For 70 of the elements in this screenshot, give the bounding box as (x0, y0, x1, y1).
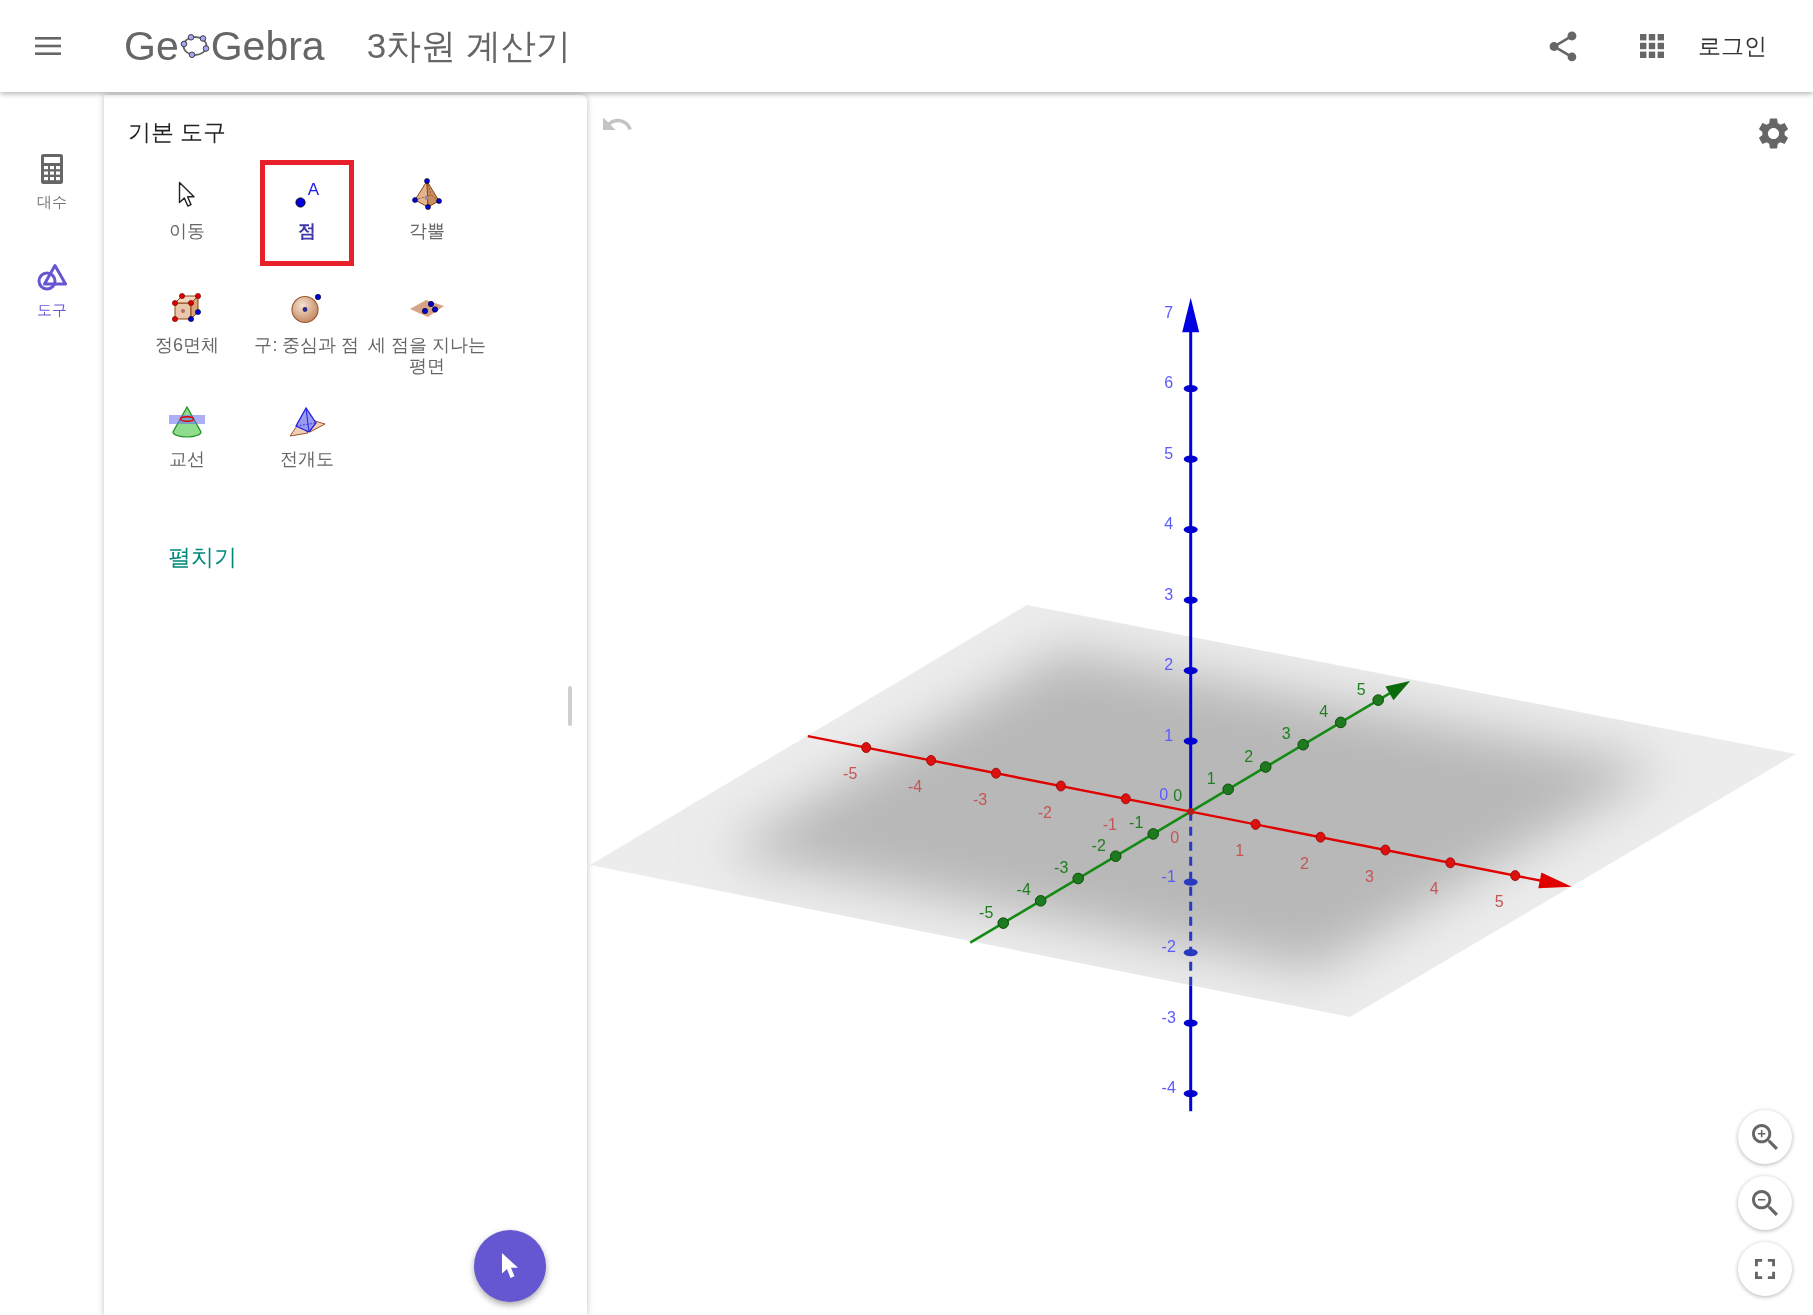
tool-button[interactable]: A 점 (260, 160, 354, 266)
point-letter: A (307, 180, 320, 198)
axis-tick-label: -3 (1054, 859, 1069, 876)
shapes-icon (37, 263, 67, 291)
grid-icon (1640, 34, 1664, 58)
plane-icon (409, 297, 445, 319)
axis-tick-label: -4 (1016, 881, 1031, 899)
axis-tick-label: 5 (1164, 444, 1174, 462)
cursor-icon (178, 180, 196, 208)
axis-tick-label: 6 (1164, 374, 1174, 392)
point-icon (294, 196, 306, 208)
app-title: 3차원 계산기 (366, 25, 571, 67)
axis-tick-label: -3 (972, 790, 988, 808)
sidebar-tab[interactable]: 대수 (12, 152, 92, 211)
share-icon (1549, 30, 1577, 62)
fullscreen-icon (1755, 1259, 1775, 1279)
cursor-icon (500, 1252, 520, 1280)
axis-tick-label: 2 (1164, 656, 1174, 674)
axis-tick-label: -5 (843, 765, 858, 783)
logo-text: Ge (124, 22, 179, 70)
axis-tick-label: 2 (1300, 854, 1309, 872)
zoom-in-button[interactable] (1738, 1110, 1792, 1164)
expand-link[interactable]: 펼치기 (168, 543, 237, 571)
axis-tick-label: -2 (1037, 803, 1052, 821)
axis-tick-label: 3 (1164, 585, 1174, 603)
tool-button[interactable]: 각뿔 (365, 160, 489, 266)
panel-heading: 기본 도구 (128, 118, 227, 146)
logo-text: Gebra (210, 22, 325, 70)
axis-tick-label: 4 (1319, 702, 1329, 720)
logo-icon (179, 33, 210, 59)
login-button[interactable]: 로그인 (1698, 31, 1767, 61)
cone-icon (168, 405, 206, 439)
axis-tick-label: -1 (1161, 867, 1176, 885)
tool-fab[interactable] (474, 1230, 546, 1302)
fullscreen-button[interactable] (1738, 1242, 1792, 1296)
menu-icon (35, 37, 61, 55)
calculator-icon (41, 154, 63, 184)
axis-tick-label: 7 (1164, 303, 1174, 321)
axis-tick-label: 5 (1494, 893, 1504, 911)
axis-tick-label: 0 (1170, 829, 1180, 847)
axis-tick-label: -2 (1161, 938, 1176, 956)
axis-tick-label: -5 (979, 903, 994, 921)
axis-tick-label: -2 (1091, 836, 1106, 854)
net-icon (288, 406, 326, 438)
zoom-out-button[interactable] (1738, 1176, 1792, 1230)
zoom-in-icon (1752, 1124, 1778, 1150)
axis-tick-label: -4 (908, 777, 923, 795)
pyramid-icon (412, 178, 442, 210)
sidebar-tab[interactable]: 도구 (12, 260, 92, 319)
axis-tick-label: 2 (1244, 747, 1254, 765)
axis-tick-label: -1 (1102, 816, 1117, 834)
axis-tick-label: 5 (1356, 680, 1366, 698)
cube-icon (171, 292, 203, 324)
axis-tick-label: 1 (1206, 769, 1216, 787)
axis-tick-label: 4 (1164, 515, 1174, 533)
axis-tick-label: 0 (1159, 786, 1169, 804)
axis-tick-label: 1 (1235, 841, 1245, 859)
resize-handle[interactable] (568, 686, 572, 726)
axis-tick-label: 3 (1364, 867, 1374, 885)
axis-tick-label: -1 (1129, 814, 1144, 832)
axis-tick-label: 3 (1281, 725, 1291, 743)
sphere-icon (291, 292, 323, 324)
axis-tick-label: -4 (1161, 1079, 1176, 1097)
axis-tick-label: 0 (1173, 787, 1183, 805)
axis-tick-label: 1 (1164, 726, 1174, 744)
zoom-out-icon (1752, 1190, 1778, 1216)
axis-tick-label: -3 (1161, 1008, 1176, 1026)
tool-button[interactable]: 이동 (125, 160, 249, 266)
axis-tick-label: 4 (1429, 880, 1439, 898)
settings-icon (1758, 118, 1789, 149)
